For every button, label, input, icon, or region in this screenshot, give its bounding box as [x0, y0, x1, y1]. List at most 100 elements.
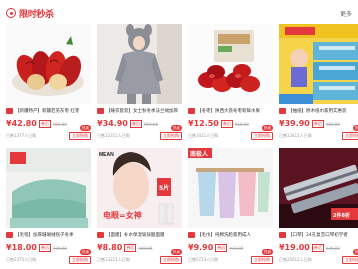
product-title[interactable]: 【毛毯】加厚珊瑚绒毯子冬季 — [6, 230, 91, 239]
mask-brand-text: MEAN — [99, 152, 114, 158]
price: ¥9.90 — [188, 243, 214, 252]
towel-brand-text: 南极人 — [190, 150, 209, 158]
sales-row: 已售13411人已购 立即抢购 — [279, 132, 358, 140]
product-image-blanket[interactable] — [6, 148, 91, 228]
sales-row: 已售5723人已购 立即抢购 — [188, 256, 273, 264]
sales-row: 已售25612人已购 立即抢购 — [279, 256, 358, 264]
buy-button[interactable]: 立即抢购 — [160, 256, 182, 264]
buy-button[interactable]: 立即抢购 — [342, 132, 358, 140]
original-price: ¥29.90 — [138, 246, 153, 251]
buy-button[interactable]: 立即抢购 — [69, 132, 91, 140]
product-card[interactable]: MEAN 电眼=女神 5片 【面膜】补水保湿玻尿酸面膜 ¥8.80 券后 ¥29… — [97, 148, 182, 267]
more-link[interactable]: 更多 — [340, 9, 352, 18]
original-price: ¥59.90 — [143, 122, 158, 127]
sales-count: 已售25612人已购 — [279, 257, 312, 262]
product-image-mask[interactable]: MEAN 电眼=女神 5片 — [97, 148, 182, 228]
price: ¥18.00 — [6, 243, 37, 252]
coupon-tag: 券后 — [124, 244, 137, 252]
tmall-icon — [97, 107, 104, 114]
price-row: ¥42.80 券后 ¥59.80 — [6, 119, 91, 129]
price: ¥8.80 — [97, 243, 123, 252]
original-price: ¥19.90 — [229, 246, 244, 251]
product-title[interactable]: 【口琴】24孔复音口琴初学者 — [279, 230, 358, 239]
sales-row: 已售12311人已购 立即抢购 — [97, 132, 182, 140]
price: ¥12.50 — [188, 119, 219, 128]
product-card[interactable]: 【新疆特产】新疆若羌灰枣 红枣 ¥42.80 券后 ¥59.80 热卖 已售13… — [6, 24, 91, 143]
product-title[interactable]: 【抽纸】原木纸巾家用实惠装 — [279, 106, 358, 115]
mask-promo-text: 电眼=女神 — [103, 210, 142, 220]
sales-count: 已售3421人已购 — [188, 133, 219, 138]
sales-row: 已售13211人已购 立即抢购 — [97, 256, 182, 264]
sales-count: 已售13411人已购 — [279, 133, 312, 138]
page: 限时秒杀 更多 【新疆特产】新疆若羌灰枣 红枣 ¥42.80 券后 ¥59.80… — [0, 0, 358, 269]
buy-button[interactable]: 立即抢购 — [160, 132, 182, 140]
price-row: ¥34.90 券后 ¥59.90 — [97, 119, 182, 129]
price-row: ¥8.80 券后 ¥29.90 — [97, 243, 182, 253]
product-card[interactable]: 【睡衣套装】女士秋冬季法兰绒加厚 ¥34.90 券后 ¥59.90 热卖 已售1… — [97, 24, 182, 143]
product-card[interactable]: 【抽纸】原木纸巾家用实惠装 ¥39.90 券后 ¥69.90 热卖 已售1341… — [279, 24, 358, 143]
tmall-icon — [6, 107, 13, 114]
price-row: ¥9.90 券后 ¥19.90 — [188, 243, 273, 253]
sales-row: 已售2375人已购 立即抢购 — [6, 256, 91, 264]
product-title[interactable]: 【新疆特产】新疆若羌灰枣 红枣 — [6, 106, 91, 115]
coupon-tag: 券后 — [129, 120, 142, 128]
tmall-icon — [188, 107, 195, 114]
product-image-harmonica[interactable]: 2件8折 — [279, 148, 358, 228]
product-image-dates[interactable] — [6, 24, 91, 104]
original-price: ¥19.90 — [234, 122, 249, 127]
product-card[interactable]: 南极人 【毛巾】纯棉洗脸家用成人 ¥9.90 券后 ¥19.90 热卖 已售57… — [188, 148, 273, 267]
sales-count: 已售2375人已购 — [6, 257, 37, 262]
tmall-icon — [279, 231, 286, 238]
hot-badge: 热卖 — [262, 125, 273, 131]
hot-badge: 热卖 — [171, 125, 182, 131]
product-image-towels[interactable]: 南极人 — [188, 148, 273, 228]
header: 限时秒杀 — [6, 6, 54, 20]
original-price: ¥69.90 — [325, 122, 340, 127]
coupon-tag: 券后 — [311, 120, 324, 128]
original-price: ¥39.00 — [325, 246, 340, 251]
tmall-icon — [97, 231, 104, 238]
sales-row: 已售1377人已购 立即抢购 — [6, 132, 91, 140]
product-card[interactable]: 【毛毯】加厚珊瑚绒毯子冬季 ¥18.00 券后 ¥29.00 热卖 已售2375… — [6, 148, 91, 267]
coupon-tag: 券后 — [38, 120, 51, 128]
tmall-icon — [279, 107, 286, 114]
product-title[interactable]: 【冬枣】陕西大荔冬枣新鲜水果 — [188, 106, 273, 115]
clock-icon — [6, 8, 16, 18]
sales-row: 已售3421人已购 立即抢购 — [188, 132, 273, 140]
product-card[interactable]: 【冬枣】陕西大荔冬枣新鲜水果 ¥12.50 券后 ¥19.90 热卖 已售342… — [188, 24, 273, 143]
price: ¥19.00 — [279, 243, 310, 252]
buy-button[interactable]: 立即抢购 — [69, 256, 91, 264]
coupon-tag: 券后 — [38, 244, 51, 252]
sales-count: 已售5723人已购 — [188, 257, 219, 262]
hot-badge: 热卖 — [353, 125, 358, 131]
product-card[interactable]: 2件8折 【口琴】24孔复音口琴初学者 ¥19.00 券后 ¥39.00 热卖 … — [279, 148, 358, 267]
tmall-icon — [6, 231, 13, 238]
harmonica-promo-text: 2件8折 — [333, 212, 350, 219]
product-grid: 【新疆特产】新疆若羌灰枣 红枣 ¥42.80 券后 ¥59.80 热卖 已售13… — [6, 24, 358, 267]
buy-button[interactable]: 立即抢购 — [251, 132, 273, 140]
product-title[interactable]: 【面膜】补水保湿玻尿酸面膜 — [97, 230, 182, 239]
sales-count: 已售12311人已购 — [97, 133, 130, 138]
coupon-tag: 券后 — [215, 244, 228, 252]
original-price: ¥29.00 — [52, 246, 67, 251]
original-price: ¥59.80 — [52, 122, 67, 127]
buy-button[interactable]: 立即抢购 — [342, 256, 358, 264]
tmall-icon — [188, 231, 195, 238]
brand-title: 限时秒杀 — [19, 9, 54, 20]
price-row: ¥39.90 券后 ¥69.90 — [279, 119, 358, 129]
coupon-tag: 券后 — [220, 120, 233, 128]
product-image-tissue[interactable] — [279, 24, 358, 104]
sales-count: 已售1377人已购 — [6, 133, 37, 138]
hot-badge: 热卖 — [80, 125, 91, 131]
price: ¥34.90 — [97, 119, 128, 128]
price-row: ¥12.50 券后 ¥19.90 — [188, 119, 273, 129]
price: ¥39.90 — [279, 119, 310, 128]
product-image-jujube[interactable] — [188, 24, 273, 104]
price-row: ¥19.00 券后 ¥39.00 — [279, 243, 358, 253]
product-title[interactable]: 【毛巾】纯棉洗脸家用成人 — [188, 230, 273, 239]
buy-button[interactable]: 立即抢购 — [251, 256, 273, 264]
product-title[interactable]: 【睡衣套装】女士秋冬季法兰绒加厚 — [97, 106, 182, 115]
hot-badge: 热卖 — [353, 249, 358, 255]
mask-count-text: 5片 — [159, 184, 169, 192]
product-image-pajamas[interactable] — [97, 24, 182, 104]
